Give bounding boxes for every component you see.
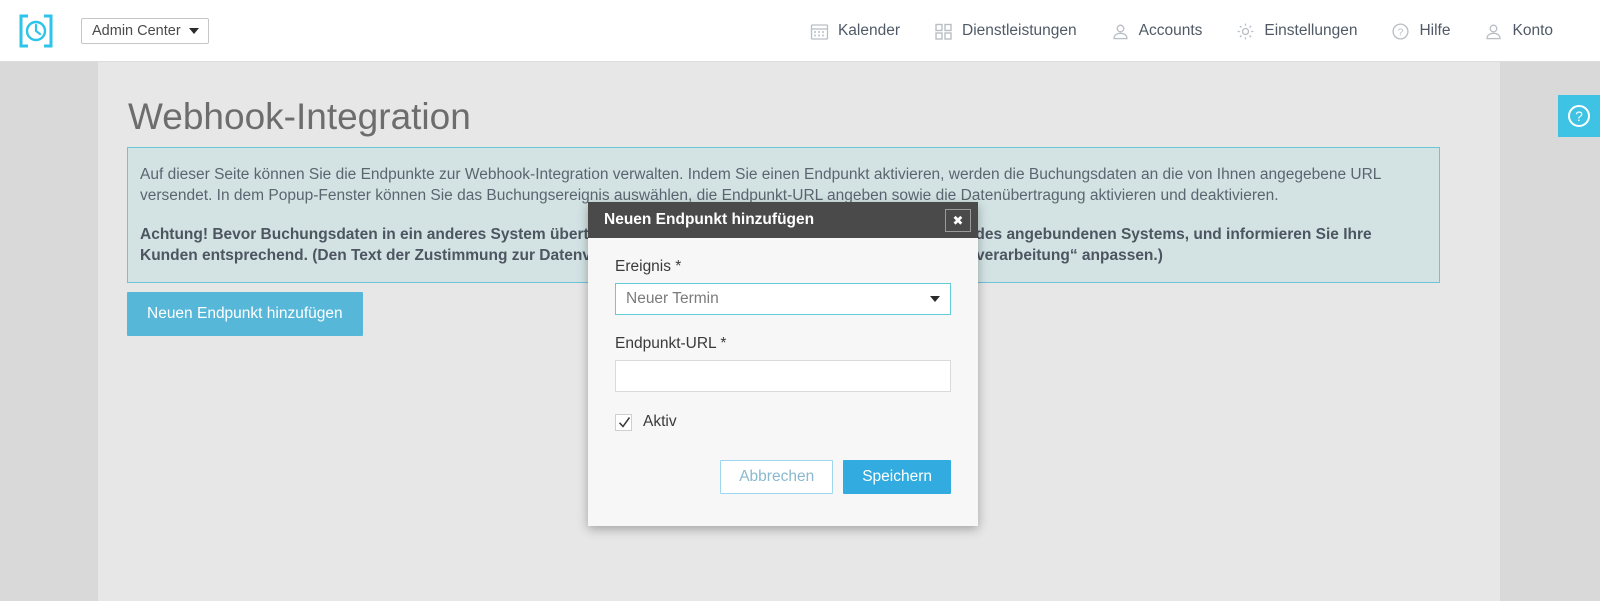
- clock-bracket-logo[interactable]: [18, 13, 54, 49]
- nav-label-kalender: Kalender: [837, 22, 901, 39]
- admin-center-label: Admin Center: [92, 23, 181, 39]
- question-circle-icon: ?: [1566, 103, 1592, 129]
- gear-icon: [1236, 22, 1255, 41]
- active-checkbox[interactable]: [615, 413, 632, 431]
- close-icon[interactable]: ✖: [945, 208, 971, 232]
- modal-title: Neuen Endpunkt hinzufügen: [604, 211, 815, 228]
- add-endpoint-button[interactable]: Neuen Endpunkt hinzufügen: [127, 292, 363, 336]
- active-checkbox-row[interactable]: Aktiv: [615, 413, 951, 431]
- event-select[interactable]: Neuer Termin: [615, 283, 951, 315]
- calendar-icon: [810, 22, 829, 41]
- nav-label-hilfe: Hilfe: [1419, 22, 1451, 39]
- nav-label-einstellungen: Einstellungen: [1264, 22, 1358, 39]
- chevron-down-icon: [188, 28, 199, 34]
- nav-item-accounts[interactable]: Accounts: [1094, 0, 1220, 62]
- event-select-value: Neuer Termin: [626, 290, 719, 307]
- nav-item-konto[interactable]: Konto: [1467, 0, 1570, 62]
- event-field-label: Ereignis *: [615, 258, 682, 275]
- nav-label-konto: Konto: [1512, 22, 1553, 39]
- user-group-icon: [1111, 22, 1130, 41]
- chevron-down-icon: [930, 296, 940, 302]
- add-endpoint-modal: Neuen Endpunkt hinzufügen ✖ Ereignis * N…: [588, 202, 978, 526]
- endpoint-url-input[interactable]: [615, 360, 951, 392]
- admin-center-dropdown[interactable]: Admin Center: [81, 18, 209, 44]
- nav-label-dienstleistungen: Dienstleistungen: [962, 22, 1077, 39]
- help-tab-button[interactable]: ?: [1558, 95, 1600, 137]
- svg-text:?: ?: [1575, 108, 1583, 124]
- nav-item-hilfe[interactable]: ? Hilfe: [1374, 0, 1467, 62]
- nav-item-einstellungen[interactable]: Einstellungen: [1219, 0, 1374, 62]
- cancel-button[interactable]: Abbrechen: [720, 460, 834, 494]
- modal-footer: Abbrechen Speichern: [588, 460, 978, 526]
- save-button[interactable]: Speichern: [843, 460, 951, 494]
- grid-squares-icon: [934, 22, 953, 41]
- modal-body: Ereignis * Neuer Termin Endpunkt-URL * A…: [588, 238, 978, 431]
- modal-header: Neuen Endpunkt hinzufügen ✖: [588, 202, 978, 238]
- question-circle-icon: ?: [1391, 22, 1410, 41]
- top-navigation-bar: Admin Center Kalender Dienstleistungen A…: [0, 0, 1600, 62]
- nav-item-dienstleistungen[interactable]: Dienstleistungen: [917, 0, 1094, 62]
- page-title: Webhook-Integration: [128, 96, 471, 137]
- main-nav: Kalender Dienstleistungen Accounts Einst…: [793, 0, 1570, 62]
- url-field-label: Endpunkt-URL *: [615, 335, 727, 352]
- info-box-paragraph: Auf dieser Seite können Sie die Endpunkt…: [140, 166, 1381, 204]
- nav-label-accounts: Accounts: [1138, 22, 1203, 39]
- user-icon: [1484, 22, 1503, 41]
- nav-item-kalender[interactable]: Kalender: [793, 0, 917, 62]
- svg-text:?: ?: [1398, 27, 1404, 38]
- active-checkbox-label: Aktiv: [643, 413, 677, 430]
